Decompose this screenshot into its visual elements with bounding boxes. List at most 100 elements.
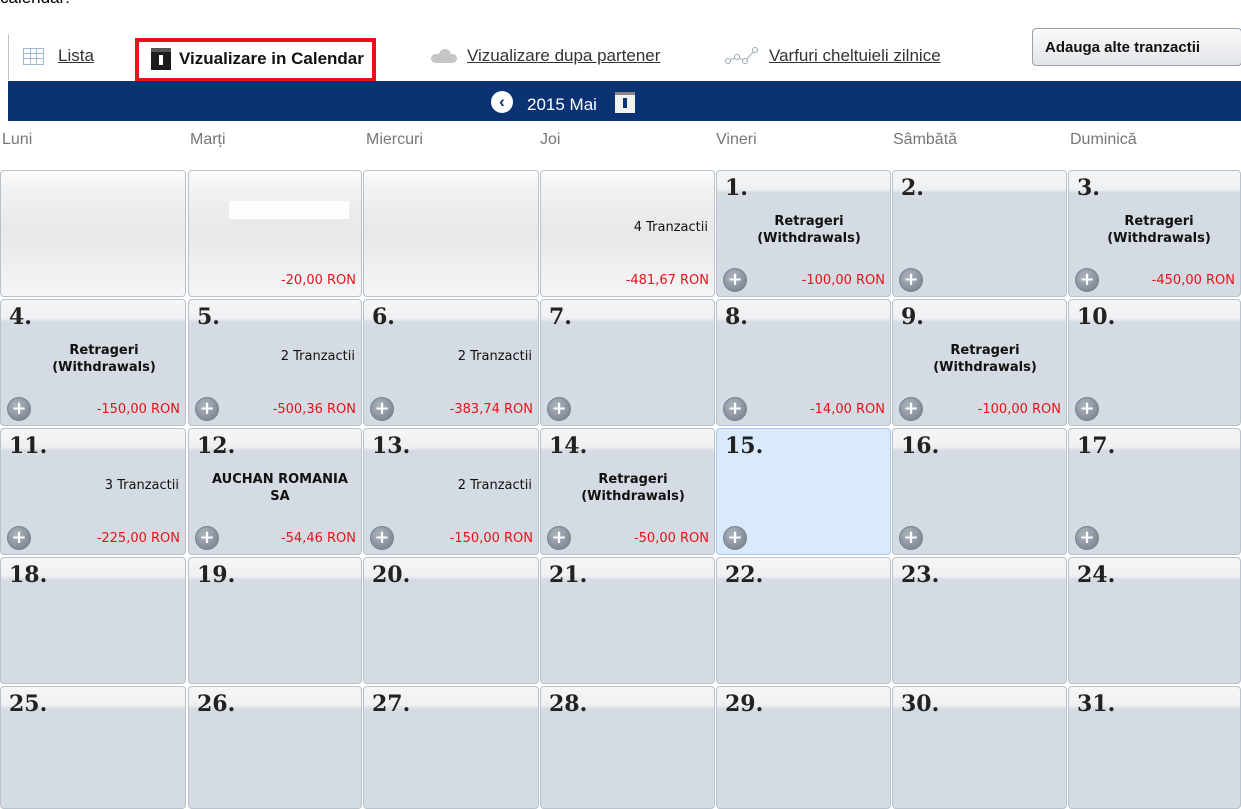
add-transaction-plus-icon[interactable]: +: [1075, 397, 1099, 421]
calendar-day-cell[interactable]: 8. + -14,00 RON: [716, 299, 891, 426]
day-number: 17.: [1077, 433, 1116, 459]
calendar-day-empty: 4 Tranzactii -481,67 RON: [540, 170, 715, 297]
add-transaction-plus-icon[interactable]: +: [723, 526, 747, 550]
month-picker-calendar-icon[interactable]: [614, 91, 635, 113]
calendar-day-cell[interactable]: 9. Retrageri (Withdrawals) + -100,00 RON: [892, 299, 1067, 426]
weekday-header: Luni Marți Miercuri Joi Vineri Sâmbătă D…: [0, 121, 1241, 165]
peaks-chart-icon: [725, 47, 758, 64]
day-amount: -450,00 RON: [1151, 273, 1235, 288]
calendar-day-cell[interactable]: 13. 2 Tranzactii + -150,00 RON: [363, 428, 539, 555]
day-amount: -150,00 RON: [449, 531, 533, 546]
add-transaction-plus-icon[interactable]: +: [7, 397, 31, 421]
day-number: 14.: [549, 433, 588, 459]
month-navigation-bar: ‹ 2015 Mai: [0, 81, 1241, 121]
calendar-day-cell[interactable]: 18.: [0, 557, 186, 684]
add-transaction-plus-icon[interactable]: +: [370, 526, 394, 550]
calendar-day-cell[interactable]: 26.: [188, 686, 362, 809]
day-number: 2.: [901, 175, 924, 201]
calendar-day-cell[interactable]: 3. Retrageri (Withdrawals) + -450,00 RON: [1068, 170, 1241, 297]
weekday-label: Joi: [540, 131, 561, 148]
add-transaction-plus-icon[interactable]: +: [723, 397, 747, 421]
calendar-day-cell[interactable]: 30.: [892, 686, 1067, 809]
calendar-day-cell[interactable]: 22.: [716, 557, 891, 684]
calendar-day-cell[interactable]: 16. +: [892, 428, 1067, 555]
calendar-day-cell[interactable]: 7. +: [540, 299, 715, 426]
add-transaction-plus-icon[interactable]: +: [195, 526, 219, 550]
day-amount: -100,00 RON: [977, 402, 1061, 417]
view-link-partener[interactable]: Vizualizare dupa partener: [429, 46, 660, 66]
view-link-label: Lista: [58, 46, 94, 65]
add-transaction-plus-icon[interactable]: +: [195, 397, 219, 421]
chevron-left-circle-icon[interactable]: ‹: [491, 91, 513, 113]
view-link-label: Varfuri cheltuieli zilnice: [769, 46, 941, 65]
add-transaction-plus-icon[interactable]: +: [899, 526, 923, 550]
add-transaction-plus-icon[interactable]: +: [547, 526, 571, 550]
calendar-day-cell[interactable]: 31.: [1068, 686, 1241, 809]
day-summary-label: Retrageri (Withdrawals): [52, 343, 156, 375]
view-link-label: Vizualizare dupa partener: [467, 46, 661, 65]
calendar-day-cell[interactable]: 29.: [716, 686, 891, 809]
view-switcher: Lista Vizualizare in Calendar Vizualizar…: [8, 28, 1241, 82]
view-link-varfuri[interactable]: Varfuri cheltuieli zilnice: [725, 46, 941, 66]
day-number: 31.: [1077, 691, 1116, 717]
day-amount: -500,36 RON: [272, 402, 356, 417]
day-number: 9.: [901, 304, 924, 330]
day-amount: -383,74 RON: [449, 402, 533, 417]
day-amount: -50,00 RON: [633, 531, 709, 546]
day-summary-label: 3 Tranzactii: [104, 478, 179, 493]
calendar-day-cell[interactable]: 25.: [0, 686, 186, 809]
add-transaction-plus-icon[interactable]: +: [1075, 526, 1099, 550]
add-transaction-plus-icon[interactable]: +: [899, 397, 923, 421]
add-transaction-plus-icon[interactable]: +: [1075, 268, 1099, 292]
day-summary-label: Retrageri (Withdrawals): [1107, 214, 1211, 246]
add-transaction-plus-icon[interactable]: +: [899, 268, 923, 292]
calendar-day-cell[interactable]: 14. Retrageri (Withdrawals) + -50,00 RON: [540, 428, 715, 555]
calendar-day-cell[interactable]: 10. +: [1068, 299, 1241, 426]
add-transaction-plus-icon[interactable]: +: [547, 397, 571, 421]
day-amount: -481,67 RON: [625, 273, 709, 288]
day-summary-label: AUCHAN ROMANIA SA: [212, 472, 348, 504]
calendar-day-cell[interactable]: 23.: [892, 557, 1067, 684]
day-number: 12.: [197, 433, 236, 459]
day-number: 5.: [197, 304, 220, 330]
calendar-day-cell[interactable]: 27.: [363, 686, 539, 809]
add-transaction-plus-icon[interactable]: +: [7, 526, 31, 550]
calendar-day-cell[interactable]: 20.: [363, 557, 539, 684]
calendar-day-cell[interactable]: 21.: [540, 557, 715, 684]
calendar-day-cell[interactable]: 2. +: [892, 170, 1067, 297]
calendar-day-cell[interactable]: 5. 2 Tranzactii + -500,36 RON: [188, 299, 362, 426]
calendar-day-cell[interactable]: 28.: [540, 686, 715, 809]
calendar-day-cell[interactable]: 24.: [1068, 557, 1241, 684]
day-number: 20.: [372, 562, 411, 588]
calendar-day-cell[interactable]: 17. +: [1068, 428, 1241, 555]
add-transaction-plus-icon[interactable]: +: [370, 397, 394, 421]
view-link-lista[interactable]: Lista: [23, 46, 94, 66]
day-number: 22.: [725, 562, 764, 588]
calendar-day-cell[interactable]: 6. 2 Tranzactii + -383,74 RON: [363, 299, 539, 426]
cloud-icon: [429, 49, 459, 63]
day-number: 18.: [9, 562, 48, 588]
view-link-calendar[interactable]: Vizualizare in Calendar: [135, 38, 376, 82]
list-grid-icon: [23, 47, 44, 65]
day-number: 30.: [901, 691, 940, 717]
day-number: 7.: [549, 304, 572, 330]
day-number: 21.: [549, 562, 588, 588]
calendar-day-cell[interactable]: 15. +: [716, 428, 891, 555]
weekday-label: Miercuri: [366, 131, 423, 148]
day-summary-label: Retrageri (Withdrawals): [933, 343, 1037, 375]
calendar-day-cell[interactable]: 4. Retrageri (Withdrawals) + -150,00 RON: [0, 299, 186, 426]
calendar-day-cell[interactable]: 12. AUCHAN ROMANIA SA + -54,46 RON: [188, 428, 362, 555]
calendar-day-empty: -20,00 RON: [188, 170, 362, 297]
weekday-label: Duminică: [1070, 131, 1137, 148]
day-amount: -14,00 RON: [809, 402, 885, 417]
calendar-day-cell[interactable]: 1. Retrageri (Withdrawals) + -100,00 RON: [716, 170, 891, 297]
day-amount: -54,46 RON: [280, 531, 356, 546]
calendar-day-cell[interactable]: 11. 3 Tranzactii + -225,00 RON: [0, 428, 186, 555]
add-transaction-plus-icon[interactable]: +: [723, 268, 747, 292]
page-header-clipped: calendar:: [0, 0, 70, 8]
weekday-label: Marți: [190, 131, 226, 148]
day-number: 3.: [1077, 175, 1100, 201]
day-summary-label: 4 Tranzactii: [633, 220, 708, 235]
calendar-day-cell[interactable]: 19.: [188, 557, 362, 684]
add-transactions-button[interactable]: Adauga alte tranzactii: [1032, 28, 1241, 66]
